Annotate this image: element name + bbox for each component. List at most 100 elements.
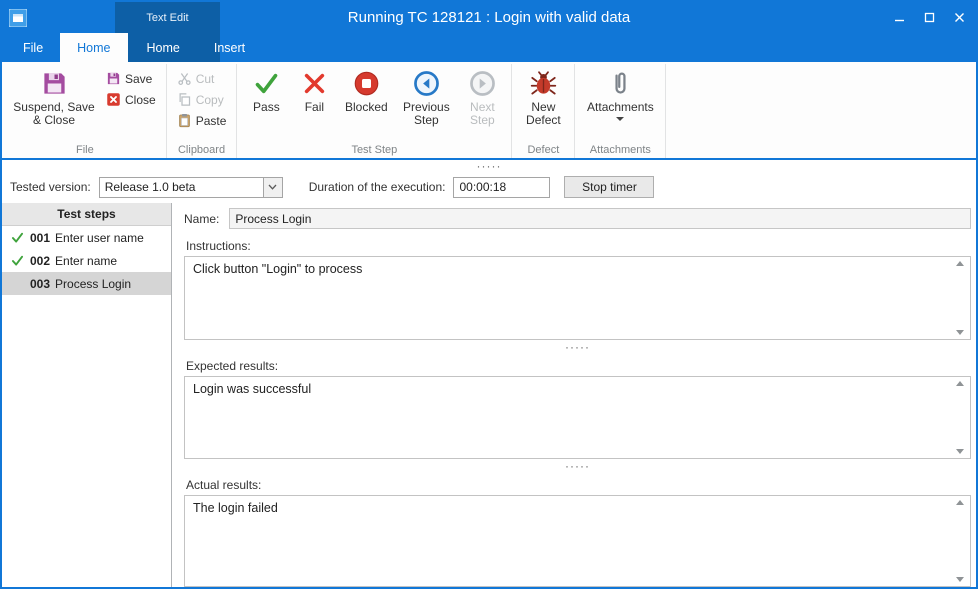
close-button[interactable] [944,5,974,31]
arrow-right-circle-icon [469,70,496,97]
tab-home[interactable]: Home [60,33,127,62]
scroll-down-icon[interactable] [956,577,964,582]
paste-label: Paste [196,114,227,128]
titlebar: Running TC 128121 : Login with valid dat… [2,2,976,33]
step-name-input[interactable] [229,208,971,229]
attachments-group-label: Attachments [575,144,665,156]
step-label: Process Login [55,277,131,291]
red-x-icon [301,70,328,97]
test-steps-header: Test steps [2,203,171,226]
tab-contextual-home[interactable]: Home [130,33,197,62]
duration-label: Duration of the execution: [309,180,446,194]
maximize-button[interactable] [914,5,944,31]
suspend-save-close-label: Suspend, Save & Close [11,101,97,127]
stop-timer-button[interactable]: Stop timer [564,176,654,198]
scroll-down-icon[interactable] [956,449,964,454]
app-window: Running TC 128121 : Login with valid dat… [0,0,978,589]
defect-group-label: Defect [512,144,574,156]
ribbon: Suspend, Save & Close Save Close File Cu… [2,62,976,160]
test-step-row-001[interactable]: 001 Enter user name [2,226,171,249]
ribbon-group-attachments: Attachments Attachments [575,64,666,158]
splitter-grip[interactable]: ····· [184,340,971,353]
test-step-row-003[interactable]: 003 Process Login [2,272,171,295]
actual-results-textarea[interactable]: The login failed [185,496,970,586]
stop-circle-icon [353,70,380,97]
blocked-label: Blocked [345,101,388,114]
tab-contextual-home-label: Home [147,41,180,55]
window-controls [884,2,974,33]
suspend-save-close-button[interactable]: Suspend, Save & Close [8,65,100,127]
duration-input[interactable] [453,177,550,198]
blocked-button[interactable]: Blocked [337,65,395,114]
minimize-button[interactable] [884,5,914,31]
paste-button[interactable]: Paste [171,110,233,131]
expected-results-textbox: Login was successful [184,376,971,459]
paperclip-icon [607,70,634,97]
save-button[interactable]: Save [100,68,162,89]
tab-home-label: Home [77,41,110,55]
tab-file[interactable]: File [6,33,60,62]
chevron-down-icon [268,184,277,190]
pass-button[interactable]: Pass [241,65,291,114]
copy-pages-icon [177,92,192,107]
scroll-up-icon[interactable] [956,261,964,266]
copy-label: Copy [196,93,224,107]
file-group-label: File [4,144,166,156]
chevron-down-icon [616,117,624,121]
fail-label: Fail [305,101,324,114]
ribbon-splitter-grip[interactable]: ····· [2,160,976,171]
scroll-up-icon[interactable] [956,500,964,505]
scroll-up-icon[interactable] [956,381,964,386]
step-label: Enter name [55,254,117,268]
contextual-tab-group-label: Text Edit [115,2,220,33]
test-steps-panel: Test steps 001 Enter user name 002 Enter… [2,203,172,587]
red-x-box-icon [106,92,121,107]
step-detail-panel: Name: Instructions: Click button "Login"… [172,203,976,587]
floppy-disk-icon [41,70,68,97]
step-passed-check-icon [10,231,24,245]
scissors-icon [177,71,192,86]
save-label: Save [125,72,152,86]
execution-toolbar: Tested version: Release 1.0 beta Duratio… [2,171,976,203]
file-group-small-buttons: Save Close [100,68,162,110]
floppy-disk-icon [106,71,121,86]
instructions-label: Instructions: [186,239,971,253]
actual-results-label: Actual results: [186,478,971,492]
app-icon[interactable] [9,9,27,27]
combo-dropdown-button[interactable] [263,178,282,197]
ribbon-tab-row: File Home Home Insert [2,33,976,62]
pass-label: Pass [253,101,280,114]
next-step-button: Next Step [457,65,507,127]
scroll-down-icon[interactable] [956,330,964,335]
splitter-grip[interactable]: ····· [184,459,971,472]
tested-version-combobox[interactable]: Release 1.0 beta [99,177,283,198]
name-row: Name: [184,208,971,229]
ribbon-group-file: Suspend, Save & Close Save Close File [4,64,167,158]
step-number: 002 [30,254,50,268]
expected-results-textarea[interactable]: Login was successful [185,377,970,458]
tab-contextual-insert[interactable]: Insert [197,33,262,62]
expected-results-label: Expected results: [186,359,971,373]
test-step-row-002[interactable]: 002 Enter name [2,249,171,272]
tab-contextual-insert-label: Insert [214,41,245,55]
next-step-label: Next Step [460,101,504,127]
test-step-group-label: Test Step [237,144,511,156]
ribbon-group-test-step: Pass Fail Blocked Previous Step Next Ste… [237,64,512,158]
tab-file-label: File [23,41,43,55]
clipboard-small-buttons: Cut Copy Paste [171,68,233,131]
green-check-icon [253,70,280,97]
attachments-button[interactable]: Attachments [579,65,661,121]
attachments-label: Attachments [587,101,654,114]
step-label: Enter user name [55,231,144,245]
cut-button: Cut [171,68,233,89]
fail-button[interactable]: Fail [291,65,337,114]
name-label: Name: [184,212,219,226]
step-passed-check-icon [10,254,24,268]
previous-step-label: Previous Step [398,101,454,127]
close-label: Close [125,93,156,107]
new-defect-button[interactable]: New Defect [516,65,570,127]
close-ribbon-button[interactable]: Close [100,89,162,110]
instructions-textarea[interactable]: Click button "Login" to process [185,257,970,339]
ribbon-group-defect: New Defect Defect [512,64,575,158]
previous-step-button[interactable]: Previous Step [395,65,457,127]
